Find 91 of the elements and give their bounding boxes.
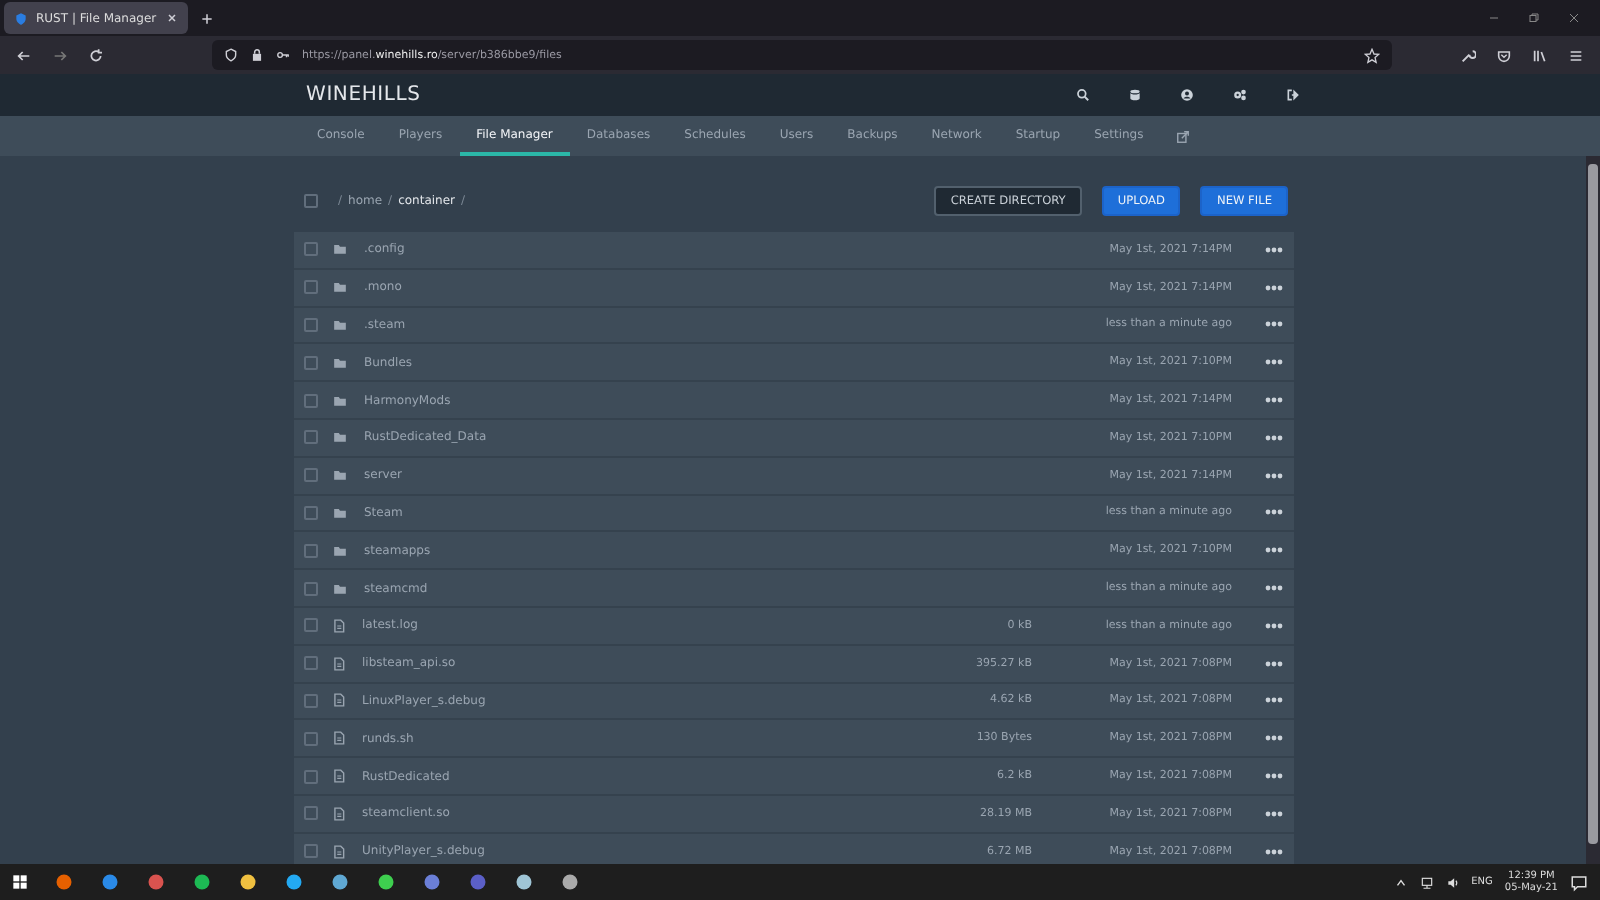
brand-name[interactable]: WINEHILLS xyxy=(306,84,421,106)
lock-icon xyxy=(250,48,264,62)
app-icon[interactable] xyxy=(422,872,442,892)
chevron-up-icon[interactable] xyxy=(1393,875,1408,889)
more-icon[interactable] xyxy=(1264,734,1284,743)
more-icon[interactable] xyxy=(1264,358,1284,367)
pocket-icon[interactable] xyxy=(1496,47,1512,63)
bookmark-star-icon[interactable] xyxy=(1364,47,1380,63)
close-icon[interactable] xyxy=(166,12,178,24)
folder-icon xyxy=(332,468,348,483)
reload-icon[interactable] xyxy=(88,47,104,63)
row-checkbox[interactable] xyxy=(304,430,318,445)
row-checkbox[interactable] xyxy=(304,242,318,257)
shield-icon xyxy=(224,48,238,62)
search-icon[interactable] xyxy=(1076,88,1090,102)
row-checkbox[interactable] xyxy=(304,317,318,332)
row-checkbox[interactable] xyxy=(304,393,318,408)
document-icon xyxy=(332,843,346,860)
row-checkbox[interactable] xyxy=(304,656,318,671)
app-icon[interactable] xyxy=(146,872,166,892)
database-icon[interactable] xyxy=(1128,88,1142,102)
app-icon[interactable] xyxy=(238,872,258,892)
more-icon[interactable] xyxy=(1264,772,1284,781)
select-all-checkbox[interactable] xyxy=(304,194,318,208)
folder-icon xyxy=(332,505,348,520)
more-icon[interactable] xyxy=(1264,471,1284,480)
external-link-icon[interactable] xyxy=(1176,129,1191,143)
library-icon[interactable] xyxy=(1532,47,1548,63)
app-icon[interactable] xyxy=(284,872,304,892)
settings-icon[interactable] xyxy=(1232,88,1248,102)
folder-icon xyxy=(332,355,348,370)
row-checkbox[interactable] xyxy=(304,731,318,746)
shield-icon xyxy=(14,11,28,25)
restore-icon[interactable] xyxy=(1528,12,1540,24)
document-icon xyxy=(332,768,346,785)
app-icon[interactable] xyxy=(330,872,350,892)
more-icon[interactable] xyxy=(1264,847,1284,856)
more-icon[interactable] xyxy=(1264,621,1284,630)
more-icon[interactable] xyxy=(1264,245,1284,254)
more-icon[interactable] xyxy=(1264,320,1284,329)
folder-icon xyxy=(332,242,348,257)
app-icon[interactable] xyxy=(192,872,212,892)
more-icon[interactable] xyxy=(1264,809,1284,818)
row-checkbox[interactable] xyxy=(304,505,318,520)
folder-icon xyxy=(332,581,348,596)
row-checkbox[interactable] xyxy=(304,844,318,859)
document-icon xyxy=(332,730,346,747)
folder-icon xyxy=(332,430,348,445)
network-icon[interactable] xyxy=(1419,875,1434,889)
new-tab-icon[interactable] xyxy=(200,11,214,25)
more-icon[interactable] xyxy=(1264,283,1284,292)
row-checkbox[interactable] xyxy=(304,618,318,633)
row-checkbox[interactable] xyxy=(304,693,318,708)
forward-icon[interactable] xyxy=(52,47,68,63)
row-checkbox[interactable] xyxy=(304,543,318,558)
document-icon xyxy=(332,692,346,709)
folder-icon xyxy=(332,280,348,295)
row-checkbox[interactable] xyxy=(304,806,318,821)
app-icon[interactable] xyxy=(100,872,120,892)
more-icon[interactable] xyxy=(1264,696,1284,705)
more-icon[interactable] xyxy=(1264,508,1284,517)
document-icon xyxy=(332,655,346,672)
app-icon[interactable] xyxy=(514,872,534,892)
speaker-icon[interactable] xyxy=(1445,875,1460,889)
menu-icon[interactable] xyxy=(1568,47,1584,63)
folder-icon xyxy=(332,317,348,332)
app-icon[interactable] xyxy=(54,872,74,892)
more-icon[interactable] xyxy=(1264,396,1284,405)
account-icon[interactable] xyxy=(1180,88,1194,102)
more-icon[interactable] xyxy=(1264,584,1284,593)
row-checkbox[interactable] xyxy=(304,355,318,370)
row-checkbox[interactable] xyxy=(304,769,318,784)
row-checkbox[interactable] xyxy=(304,581,318,596)
notification-icon[interactable] xyxy=(1570,873,1588,891)
document-icon xyxy=(332,617,346,634)
back-icon[interactable] xyxy=(16,47,32,63)
app-icon[interactable] xyxy=(376,872,396,892)
more-icon[interactable] xyxy=(1264,433,1284,442)
more-icon[interactable] xyxy=(1264,659,1284,668)
folder-icon xyxy=(332,393,348,408)
document-icon xyxy=(332,805,346,822)
logout-icon[interactable] xyxy=(1286,88,1300,102)
key-icon xyxy=(276,48,290,62)
app-icon[interactable] xyxy=(560,872,580,892)
row-checkbox[interactable] xyxy=(304,280,318,295)
scrollbar[interactable] xyxy=(1586,156,1600,864)
folder-icon xyxy=(332,543,348,558)
more-icon[interactable] xyxy=(1264,546,1284,555)
close-icon[interactable] xyxy=(1568,12,1580,24)
start-icon[interactable] xyxy=(12,874,28,890)
row-checkbox[interactable] xyxy=(304,468,318,483)
